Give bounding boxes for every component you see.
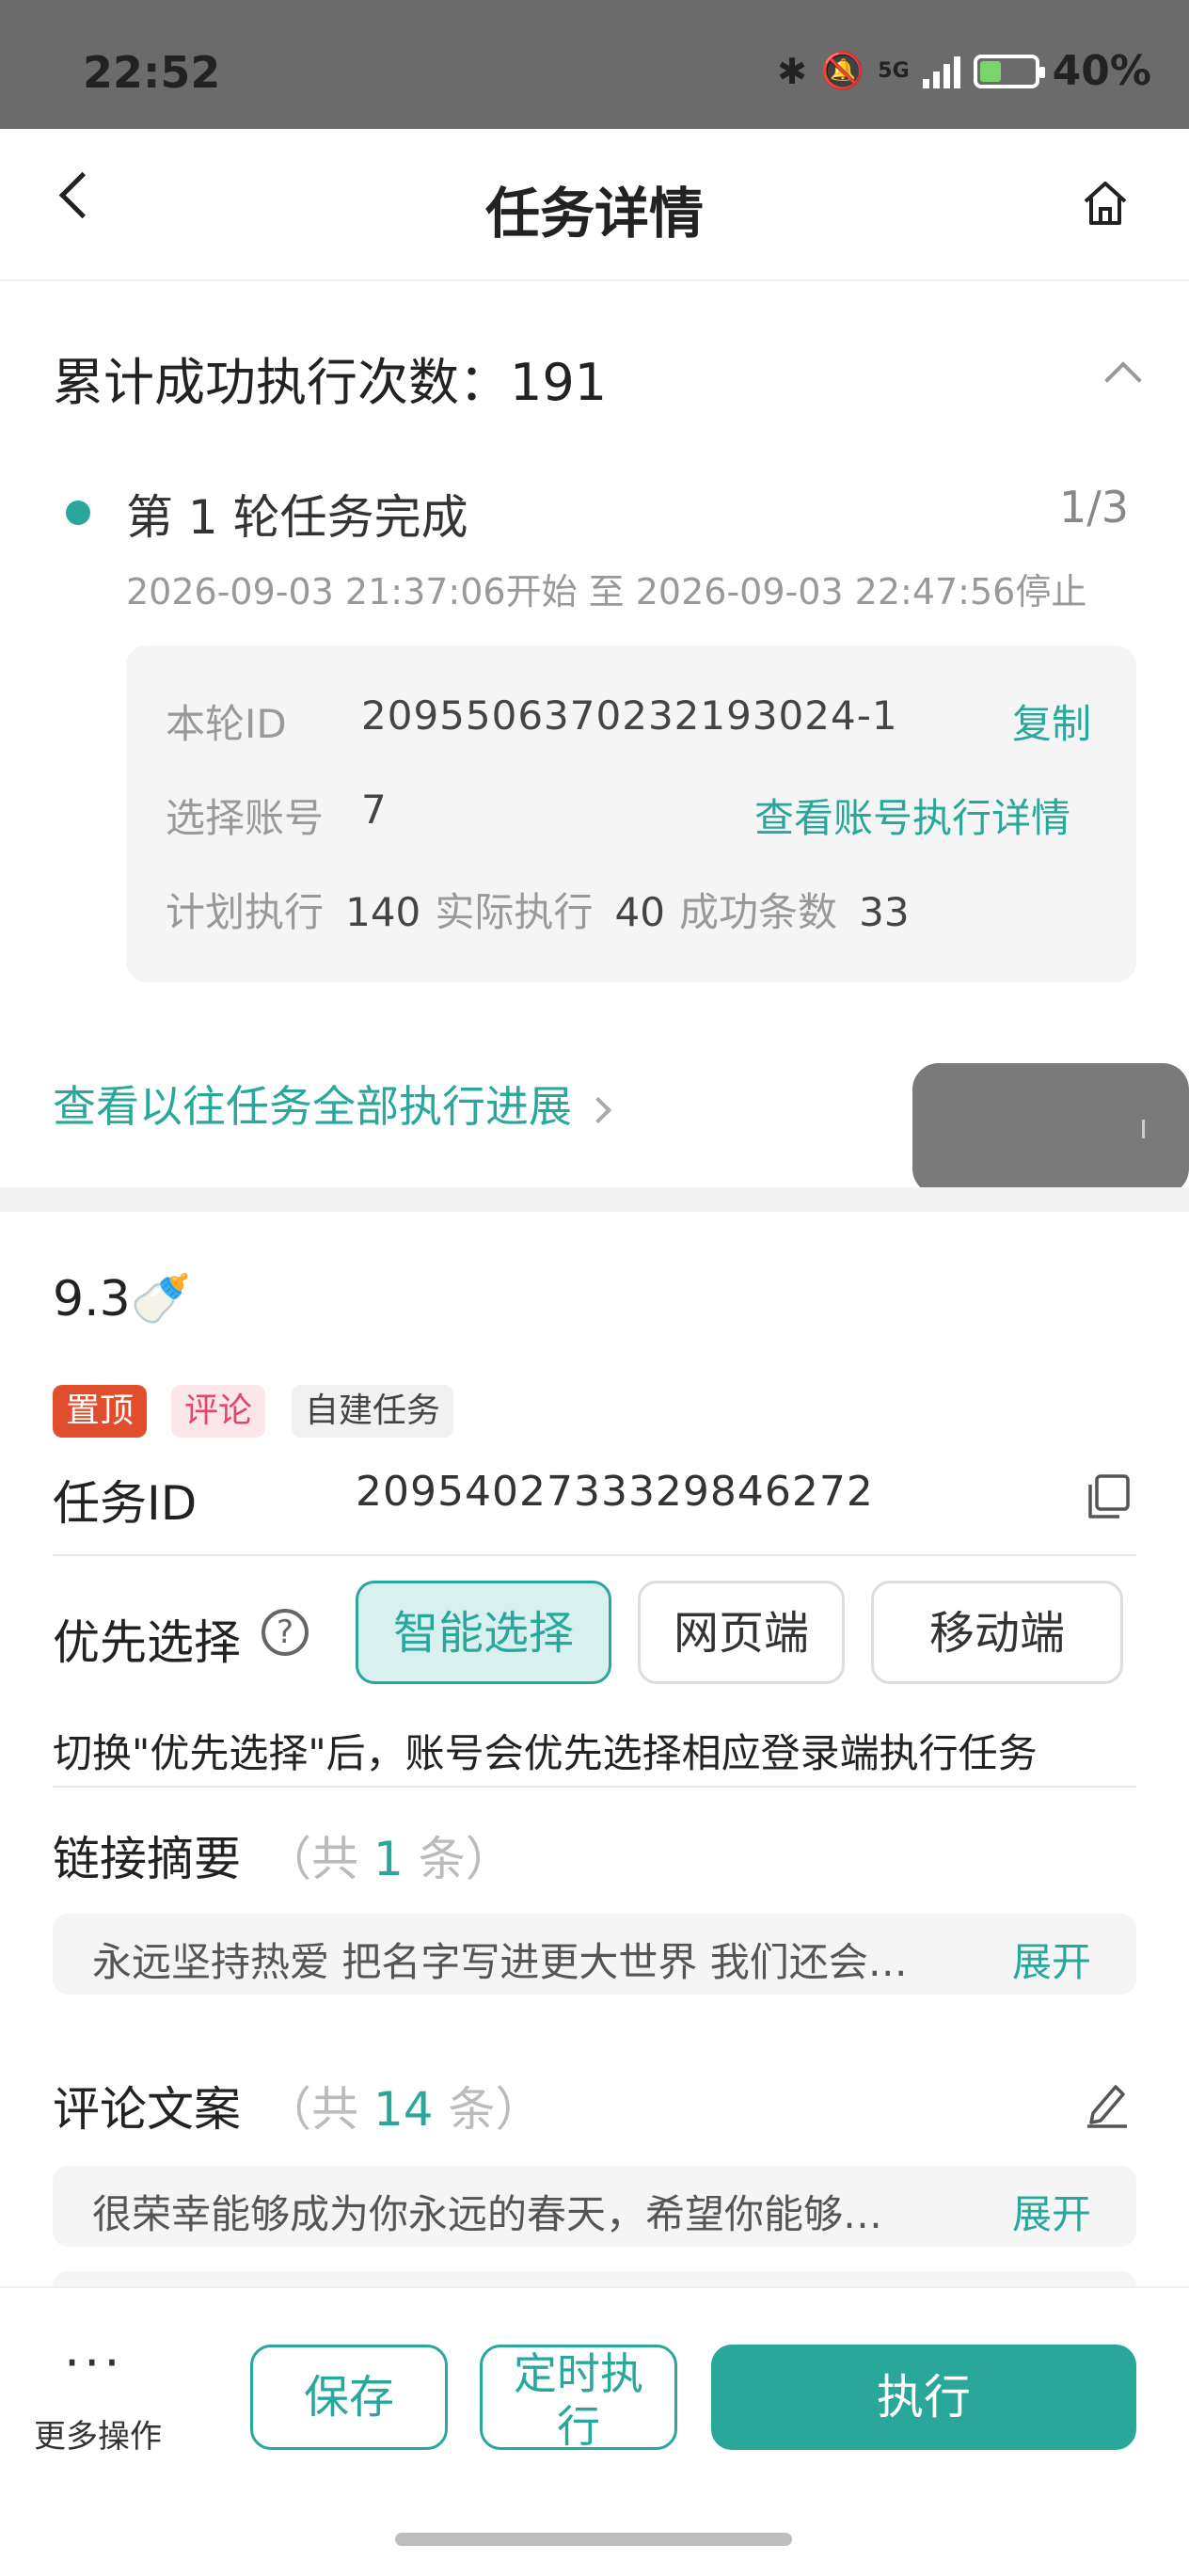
section-divider (0, 1187, 1189, 1212)
chevron-right-icon (584, 1096, 612, 1123)
tag-pinned: 置顶 (53, 1385, 148, 1438)
divider-line (53, 1786, 1136, 1788)
history-progress-link[interactable]: 查看以往任务全部执行进展 (53, 1073, 612, 1135)
copy-round-id-link[interactable]: 复制 (1012, 692, 1091, 750)
round-title: 第 1 轮任务完成 (126, 490, 468, 545)
tag-comment: 评论 (171, 1385, 266, 1438)
priority-option-web[interactable]: 网页端 (638, 1581, 845, 1684)
comment-header: 评论文案 （共 14 条） (53, 2072, 543, 2139)
success-summary: 累计成功执行次数：191 (53, 341, 607, 415)
round-time-range: 2026-09-03 21:37:06开始 至 2026-09-03 22:47… (126, 571, 1087, 612)
history-progress-label: 查看以往任务全部执行进展 (53, 1081, 572, 1132)
floating-handle[interactable] (912, 1063, 1189, 1195)
link-summary-header: 链接摘要 （共 1 条） (53, 1821, 513, 1889)
round-fraction: 1/3 (1059, 482, 1130, 533)
execute-button[interactable]: 执行 (711, 2345, 1136, 2450)
more-actions-label[interactable]: 更多操作 (34, 2410, 162, 2457)
collapse-chevron-icon[interactable] (1104, 361, 1142, 399)
account-detail-link[interactable]: 查看账号执行详情 (754, 787, 1070, 844)
link-summary-text: 永远坚持热爱 把名字写进更大世界 我们还会… (92, 1939, 908, 1985)
comment-text: 很荣幸能够成为你永远的春天，希望你能够… (92, 2191, 883, 2237)
plan-label: 计划执行 (166, 889, 325, 935)
account-label: 选择账号 (166, 795, 325, 841)
link-summary-label: 链接摘要 (53, 1832, 241, 1886)
more-icon[interactable]: ··· (64, 2333, 124, 2393)
battery-percent: 40% (1052, 47, 1151, 95)
priority-option-smart[interactable]: 智能选择 (356, 1581, 611, 1684)
help-icon[interactable]: ? (262, 1609, 309, 1656)
task-id-label: 任务ID (53, 1476, 198, 1531)
actual-value: 40 (614, 889, 665, 935)
priority-hint: 切换"优先选择"后，账号会优先选择相应登录端执行任务 (53, 1730, 1038, 1776)
priority-label: 优先选择 (53, 1615, 241, 1670)
round-id-label: 本轮ID (166, 701, 287, 747)
comment-label: 评论文案 (53, 2082, 241, 2137)
tag-self-built: 自建任务 (292, 1385, 454, 1438)
status-dot-icon (66, 501, 90, 525)
plan-value: 140 (345, 889, 421, 935)
priority-option-mobile[interactable]: 移动端 (871, 1581, 1123, 1684)
bluetooth-icon: ✱ (777, 50, 807, 92)
round-id-value: 2095506370232193024-1 (361, 692, 898, 739)
edit-icon[interactable] (1084, 2079, 1131, 2128)
divider-line (53, 1554, 1136, 1556)
link-summary-count: （共 1 条） (264, 1832, 513, 1886)
comment-expand[interactable]: 展开 (1012, 2183, 1091, 2240)
network-type: 5G (878, 58, 910, 83)
battery-icon (973, 54, 1045, 88)
status-time: 22:52 (83, 47, 221, 98)
copy-icon[interactable] (1086, 1473, 1131, 1520)
save-button[interactable]: 保存 (250, 2345, 448, 2450)
success-label: 成功条数 (679, 889, 838, 935)
actual-label: 实际执行 (435, 889, 594, 935)
signal-icon (922, 55, 960, 88)
execution-stats: 计划执行 140 实际执行 40 成功条数 33 (166, 881, 910, 938)
floating-handle-grip (1142, 1120, 1145, 1138)
success-count: 191 (510, 353, 608, 412)
scheduled-execute-line2: 行 (557, 2401, 600, 2452)
link-summary-expand[interactable]: 展开 (1012, 1931, 1091, 1988)
page-title: 任务详情 (484, 182, 704, 246)
home-indicator[interactable] (395, 2533, 792, 2546)
success-value: 33 (859, 889, 910, 935)
status-icons: ✱ 🔕 5G 40% (777, 47, 1151, 95)
task-name: 9.3🍼 (53, 1271, 192, 1328)
success-summary-label: 累计成功执行次数： (53, 353, 510, 412)
mute-icon: 🔕 (819, 50, 865, 91)
account-value: 7 (361, 787, 387, 833)
scheduled-execute-button[interactable]: 定时执 行 (480, 2345, 677, 2452)
task-id-value: 2095402733329846272 (356, 1468, 874, 1516)
home-icon[interactable] (1082, 179, 1129, 228)
scheduled-execute-line1: 定时执 (514, 2348, 643, 2399)
comment-count: （共 14 条） (264, 2082, 543, 2137)
